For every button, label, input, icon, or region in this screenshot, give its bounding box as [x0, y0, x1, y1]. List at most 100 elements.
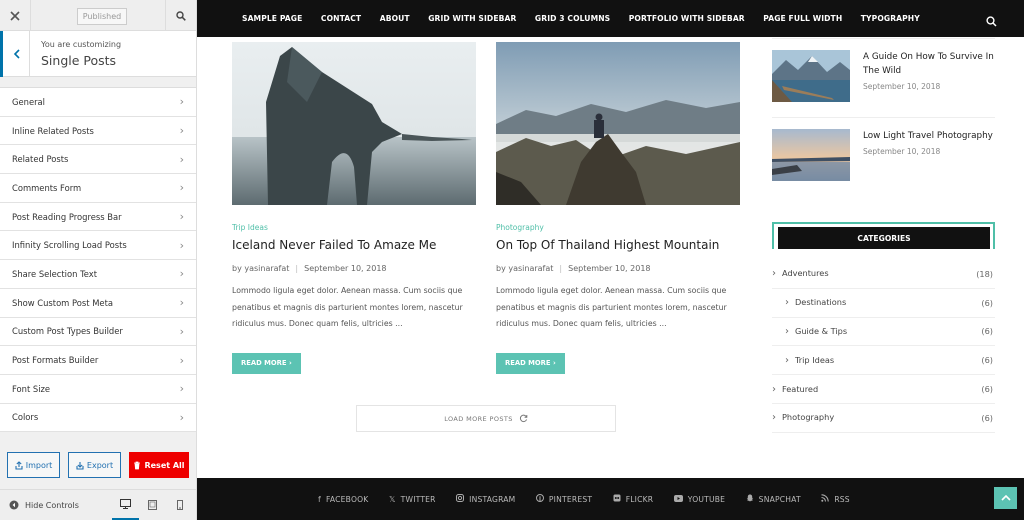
recent-post-date: September 10, 2018	[863, 82, 941, 91]
customizer-actions: Import Export Reset All	[0, 448, 196, 485]
category-item-adventures[interactable]: Adventures (18)	[772, 260, 995, 289]
chevron-right-icon: ›	[179, 324, 184, 338]
category-item-guide-tips[interactable]: Guide & Tips (6)	[772, 318, 995, 347]
snapchat-icon	[746, 494, 754, 504]
social-link-facebook[interactable]: f FACEBOOK	[318, 495, 368, 504]
section-item-post-formats-builder[interactable]: Post Formats Builder ›	[0, 346, 196, 375]
load-more-label: LOAD MORE POSTS	[444, 414, 513, 423]
section-item-share-selection-text[interactable]: Share Selection Text ›	[0, 260, 196, 289]
section-item-infinity-scrolling[interactable]: Infinity Scrolling Load Posts ›	[0, 231, 196, 261]
section-item-font-size[interactable]: Font Size ›	[0, 375, 196, 404]
post-category[interactable]: Photography	[496, 223, 740, 232]
nav-page-full-width[interactable]: PAGE FULL WIDTH	[763, 14, 842, 23]
post-author[interactable]: by yasinarafat	[496, 264, 553, 273]
nav-sample-page[interactable]: SAMPLE PAGE	[242, 14, 302, 23]
nav-contact[interactable]: CONTACT	[321, 14, 361, 23]
category-count: (6)	[981, 384, 993, 395]
post-category[interactable]: Trip Ideas	[232, 223, 476, 232]
preview-desktop-button[interactable]	[112, 490, 139, 520]
social-link-flickr[interactable]: FLICKR	[613, 494, 654, 504]
customizer-section-list: General › Inline Related Posts › Related P…	[0, 87, 196, 433]
rss-icon	[821, 494, 830, 504]
section-item-colors[interactable]: Colors ›	[0, 404, 196, 433]
site-preview: SAMPLE PAGE CONTACT ABOUT GRID WITH SIDE…	[197, 0, 1024, 520]
recent-post-body: Low Light Travel Photography September 1…	[863, 129, 993, 196]
site-search-button[interactable]	[986, 12, 997, 31]
section-item-comments-form[interactable]: Comments Form ›	[0, 174, 196, 203]
social-link-youtube[interactable]: YOUTUBE	[673, 494, 725, 504]
nav-typography[interactable]: TYPOGRAPHY	[861, 14, 920, 23]
section-item-label: General	[12, 96, 46, 107]
category-item-destinations[interactable]: Destinations (6)	[772, 289, 995, 318]
recent-post-item[interactable]: Low Light Travel Photography September 1…	[772, 117, 995, 196]
post-title[interactable]: On Top Of Thailand Highest Mountain	[496, 238, 740, 252]
section-item-label: Show Custom Post Meta	[12, 297, 113, 308]
chevron-left-icon	[13, 49, 20, 59]
social-link-rss[interactable]: RSS	[821, 494, 850, 504]
collapse-circle-icon	[9, 500, 19, 510]
section-item-related-posts[interactable]: Related Posts ›	[0, 145, 196, 175]
category-item-photography[interactable]: Photography (6)	[772, 404, 995, 433]
chevron-right-icon: ›	[179, 353, 184, 367]
category-item-trip-ideas[interactable]: Trip Ideas (6)	[772, 346, 995, 376]
customizer-footer: Hide Controls	[0, 489, 196, 520]
nav-portfolio-with-sidebar[interactable]: PORTFOLIO WITH SIDEBAR	[629, 14, 745, 23]
recent-post-thumbnail[interactable]	[772, 50, 850, 102]
social-link-instagram[interactable]: INSTAGRAM	[456, 494, 515, 504]
preview-tablet-button[interactable]	[139, 490, 166, 520]
x-twitter-icon: 𝕏	[388, 494, 396, 504]
section-item-show-custom-post-meta[interactable]: Show Custom Post Meta ›	[0, 289, 196, 318]
category-label: Adventures	[772, 268, 829, 279]
social-link-twitter[interactable]: 𝕏 TWITTER	[389, 495, 436, 504]
post-thumbnail[interactable]	[496, 42, 740, 205]
recent-post-body: A Guide On How To Survive In The Wild Se…	[863, 50, 995, 117]
hide-controls-button[interactable]: Hide Controls	[0, 500, 112, 510]
search-icon	[986, 16, 997, 27]
export-label: Export	[86, 460, 114, 470]
recent-post-title[interactable]: A Guide On How To Survive In The Wild	[863, 50, 995, 78]
category-count: (6)	[981, 355, 993, 366]
tablet-icon	[148, 500, 157, 510]
preview-mobile-button[interactable]	[166, 490, 193, 520]
mobile-icon	[176, 500, 183, 510]
recent-post-title[interactable]: Low Light Travel Photography	[863, 129, 993, 143]
nav-grid-3-columns[interactable]: GRID 3 COLUMNS	[535, 14, 610, 23]
published-button[interactable]: Published	[77, 8, 127, 25]
read-more-button[interactable]: READ MORE ›	[232, 352, 301, 374]
category-item-featured[interactable]: Featured (6)	[772, 375, 995, 404]
social-label: FACEBOOK	[326, 494, 369, 504]
categories-widget: CATEGORIES Adventures (18) Destinations (6…	[772, 222, 995, 433]
scroll-to-top-button[interactable]	[994, 487, 1017, 509]
chevron-right-icon: ›	[288, 359, 292, 367]
widget-title-frame: CATEGORIES	[772, 222, 995, 249]
search-icon	[176, 10, 186, 21]
section-item-general[interactable]: General ›	[0, 88, 196, 117]
hide-controls-label: Hide Controls	[25, 500, 79, 510]
social-link-snapchat[interactable]: SNAPCHAT	[746, 494, 801, 504]
widget-title: CATEGORIES	[778, 227, 990, 249]
back-button[interactable]	[0, 31, 30, 77]
post-excerpt: Lommodo ligula eget dolor. Aenean massa.…	[232, 286, 463, 328]
section-item-inline-related-posts[interactable]: Inline Related Posts ›	[0, 117, 196, 146]
recent-post-thumbnail[interactable]	[772, 129, 850, 181]
section-item-custom-post-types-builder[interactable]: Custom Post Types Builder ›	[0, 318, 196, 347]
export-button[interactable]: Export	[68, 452, 121, 478]
sunset-lake-image	[772, 129, 850, 181]
post-thumbnail[interactable]	[232, 42, 476, 205]
recent-post-item[interactable]: A Guide On How To Survive In The Wild Se…	[772, 38, 995, 117]
close-customizer-button[interactable]	[0, 0, 31, 31]
post-card: Trip Ideas Iceland Never Failed To Amaze…	[232, 42, 476, 374]
reset-all-button[interactable]: Reset All	[129, 452, 189, 478]
social-link-pinterest[interactable]: PINTEREST	[535, 494, 592, 504]
section-item-reading-progress-bar[interactable]: Post Reading Progress Bar ›	[0, 203, 196, 232]
post-title[interactable]: Iceland Never Failed To Amaze Me	[232, 238, 476, 252]
customizer-search-button[interactable]	[165, 0, 196, 31]
nav-about[interactable]: ABOUT	[380, 14, 410, 23]
import-button[interactable]: Import	[7, 452, 60, 478]
nav-grid-with-sidebar[interactable]: GRID WITH SIDEBAR	[428, 14, 516, 23]
post-author[interactable]: by yasinarafat	[232, 264, 289, 273]
load-more-posts-button[interactable]: LOAD MORE POSTS	[356, 405, 616, 432]
section-item-label: Font Size	[12, 383, 51, 394]
section-item-label: Inline Related Posts	[12, 125, 94, 136]
read-more-button[interactable]: READ MORE ›	[496, 352, 565, 374]
